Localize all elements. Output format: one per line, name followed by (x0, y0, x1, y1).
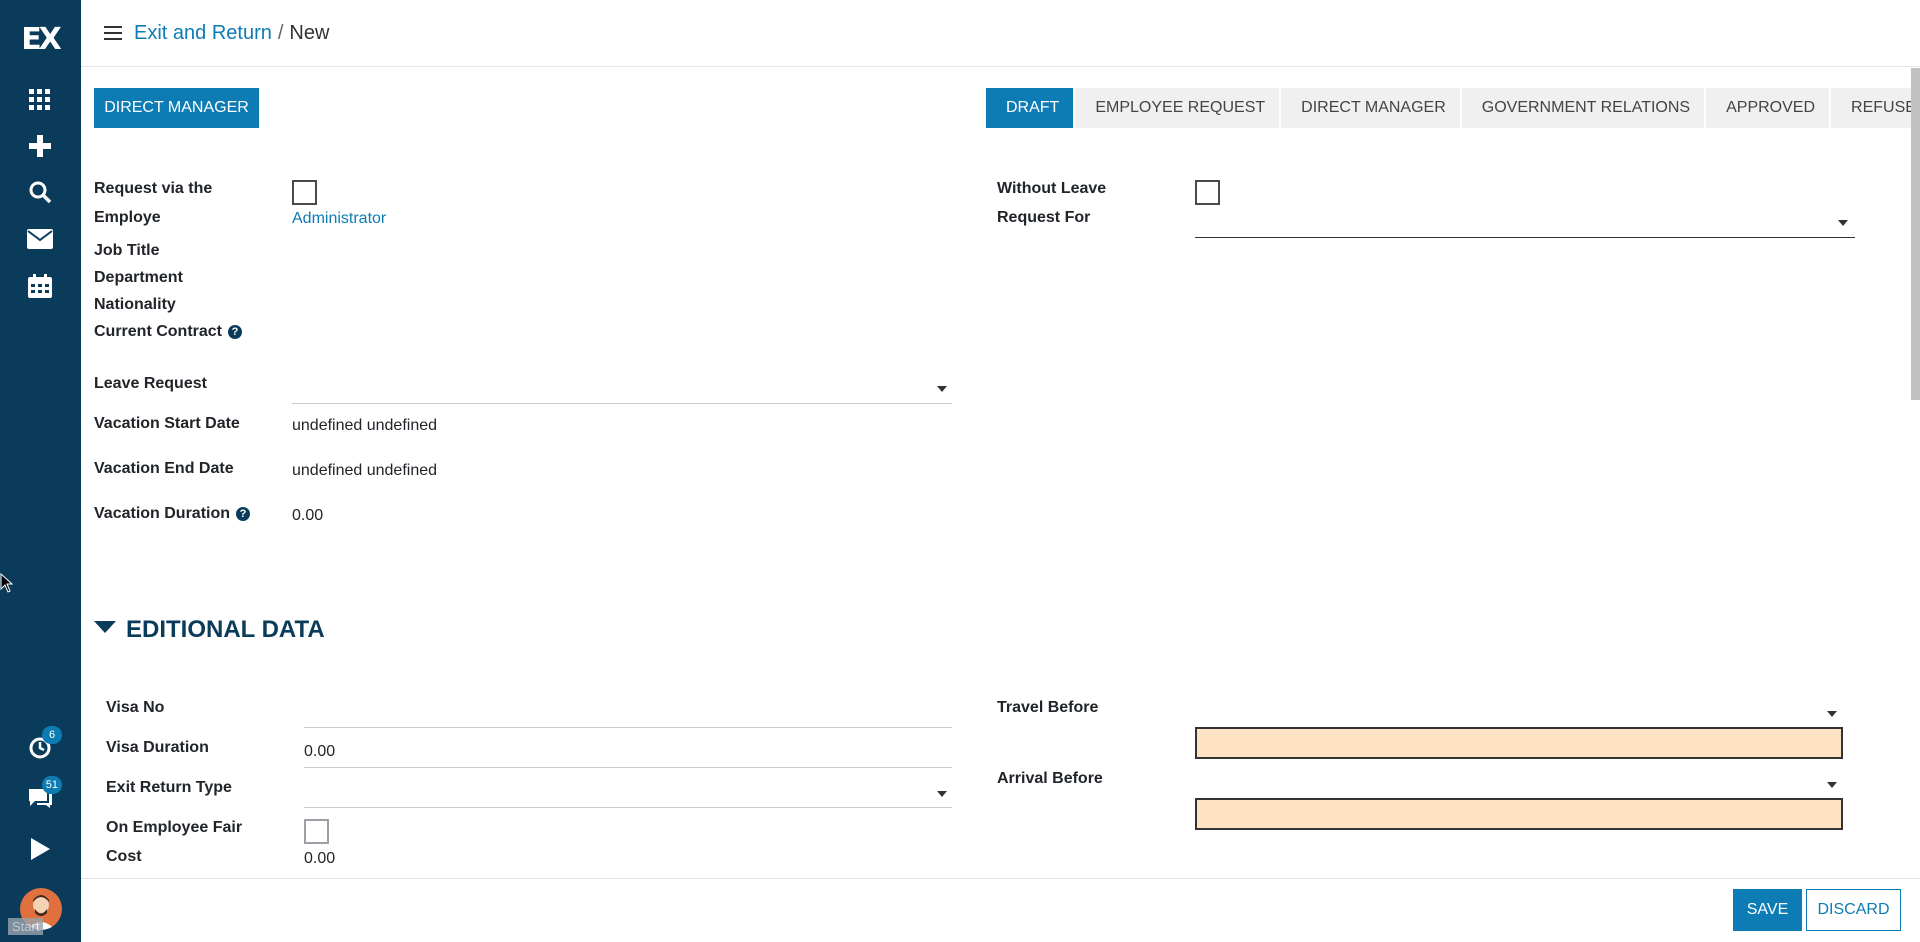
arrival-before-label: Arrival Before (997, 770, 1103, 787)
activity-badge: 6 (42, 726, 62, 744)
request-via-label: Request via the (94, 180, 213, 197)
without-leave-label: Without Leave (997, 180, 1107, 197)
mail-icon[interactable] (24, 223, 56, 255)
section-title: EDITIONAL DATA (126, 616, 325, 643)
employe-value[interactable]: Administrator (292, 210, 386, 228)
plus-icon[interactable] (24, 130, 56, 162)
activity-clock-icon[interactable]: 6 (24, 726, 62, 764)
exit-return-type-caret-icon[interactable] (937, 791, 947, 797)
department-label: Department (94, 269, 183, 286)
on-employee-fair-label: On Employee Fair (106, 819, 243, 836)
editional-data-section-toggle[interactable]: EDITIONAL DATA (94, 616, 325, 644)
vacation-duration-value: 0.00 (292, 507, 324, 524)
chat-icon[interactable]: 51 (24, 776, 62, 814)
cost-value: 0.00 (304, 850, 336, 867)
on-employee-fair-checkbox[interactable] (304, 819, 329, 844)
cost-label: Cost (106, 848, 142, 865)
app-logo[interactable]: EX (12, 24, 68, 56)
request-for-select[interactable] (1195, 210, 1855, 238)
stage-refuse[interactable]: REFUSE (1831, 88, 1920, 128)
stage-government-relations[interactable]: GOVERNMENT RELATIONS (1461, 88, 1705, 128)
discard-button[interactable]: DISCARD (1806, 889, 1901, 931)
exit-return-type-label: Exit Return Type (106, 779, 232, 796)
vacation-end-value: undefined undefined (292, 462, 438, 479)
job-title-label: Job Title (94, 242, 160, 259)
sidebar: EX 6 51 Start (0, 0, 81, 942)
visa-no-label: Visa No (106, 699, 165, 716)
visa-duration-label: Visa Duration (106, 739, 209, 756)
save-button[interactable]: SAVE (1733, 889, 1802, 931)
status-bar: DRAFT EMPLOYEE REQUEST DIRECT MANAGER GO… (986, 88, 1920, 128)
breadcrumb-current: New (289, 22, 330, 44)
stage-approved[interactable]: APPROVED (1706, 88, 1830, 128)
play-icon[interactable] (24, 833, 56, 865)
nationality-label: Nationality (94, 296, 176, 313)
vertical-scrollbar[interactable] (1911, 68, 1920, 400)
menu-toggle-icon[interactable] (104, 26, 122, 42)
request-for-caret-icon[interactable] (1838, 220, 1848, 226)
travel-before-caret-icon[interactable] (1827, 711, 1837, 717)
form-footer (81, 878, 1920, 942)
vacation-duration-label-text: Vacation Duration (94, 505, 231, 522)
vacation-start-value: undefined undefined (292, 417, 438, 434)
chat-badge: 51 (41, 776, 62, 794)
request-via-checkbox[interactable] (292, 180, 317, 205)
apps-grid-icon[interactable] (24, 84, 56, 116)
request-for-label: Request For (997, 209, 1091, 226)
breadcrumb: Exit and Return / New (134, 22, 329, 45)
help-icon[interactable]: ? (228, 325, 243, 339)
stage-employee-request[interactable]: EMPLOYEE REQUEST (1075, 88, 1280, 128)
visa-duration-input[interactable] (304, 736, 952, 768)
leave-request-select[interactable] (292, 372, 952, 404)
visa-no-input[interactable] (304, 696, 952, 728)
breadcrumb-parent-link[interactable]: Exit and Return (134, 22, 272, 44)
employe-label: Employe (94, 209, 161, 226)
breadcrumb-separator: / (277, 22, 284, 44)
stage-direct-manager[interactable]: DIRECT MANAGER (1281, 88, 1460, 128)
leave-request-caret-icon[interactable] (937, 386, 947, 392)
arrival-before-caret-icon[interactable] (1827, 782, 1837, 788)
calendar-icon[interactable] (24, 270, 56, 302)
help-icon[interactable]: ? (236, 507, 251, 521)
without-leave-checkbox[interactable] (1195, 180, 1220, 205)
leave-request-label: Leave Request (94, 375, 207, 392)
top-bar: Exit and Return / New (81, 0, 1920, 67)
vacation-duration-label: Vacation Duration? (94, 505, 251, 523)
arrival-before-input[interactable] (1195, 798, 1843, 830)
caret-down-icon (94, 621, 116, 633)
current-contract-label: Current Contract? (94, 323, 243, 341)
exit-return-type-select[interactable] (304, 776, 952, 808)
start-label[interactable]: Start (8, 918, 44, 935)
travel-before-label: Travel Before (997, 699, 1099, 716)
direct-manager-button[interactable]: DIRECT MANAGER (94, 88, 259, 128)
search-icon[interactable] (24, 176, 56, 208)
current-contract-label-text: Current Contract (94, 323, 223, 340)
travel-before-input[interactable] (1195, 727, 1843, 759)
vacation-end-label: Vacation End Date (94, 460, 234, 477)
stage-draft[interactable]: DRAFT (986, 88, 1074, 128)
vacation-start-label: Vacation Start Date (94, 415, 240, 432)
visa-duration-value: 0.00 (304, 743, 336, 760)
